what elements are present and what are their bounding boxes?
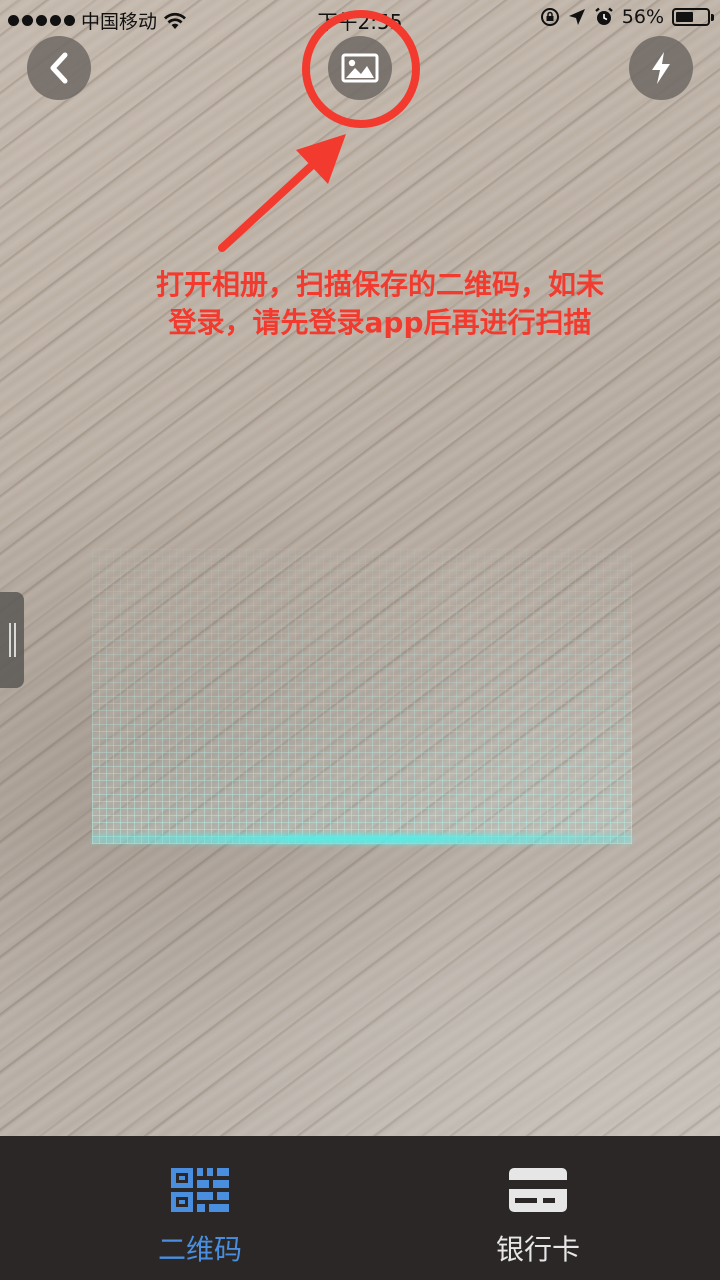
battery-percent: 56%	[621, 6, 664, 28]
scan-area-grid	[92, 548, 632, 844]
status-right: 56%	[540, 6, 714, 28]
tab-bank-card-label: 银行卡	[495, 1233, 580, 1266]
annotation-line-1: 打开相册，扫描保存的二维码，如未	[155, 268, 604, 301]
annotation-text: 打开相册，扫描保存的二维码，如未 登录，请先登录app后再进行扫描	[110, 266, 650, 342]
annotation-arrow-icon	[218, 134, 346, 252]
scanner-screen: 中国移动 下午2:55 56% 打开相册，扫描保存的二维码，如未 登录，请先登录…	[0, 0, 720, 1280]
orientation-lock-icon	[540, 8, 559, 26]
lightning-icon	[652, 52, 670, 84]
bank-card-icon	[509, 1168, 567, 1212]
chevron-left-icon	[50, 52, 68, 84]
location-arrow-icon	[568, 9, 585, 25]
tab-bank-card[interactable]: 银行卡	[358, 1136, 718, 1280]
side-drawer-handle[interactable]	[0, 592, 24, 688]
annotation-highlight-circle	[302, 10, 420, 128]
alarm-icon	[594, 7, 613, 25]
battery-fill	[676, 12, 693, 22]
battery-icon	[672, 8, 714, 26]
annotation-line-2: 登录，请先登录app后再进行扫描	[168, 306, 592, 339]
bottom-tab-bar: 二维码 银行卡	[0, 1136, 720, 1280]
qr-code-icon	[171, 1168, 229, 1212]
tab-qr-code-label: 二维码	[157, 1233, 242, 1266]
flashlight-button[interactable]	[629, 36, 693, 100]
scan-line	[92, 834, 632, 844]
back-button[interactable]	[27, 36, 91, 100]
tab-qr-code[interactable]: 二维码	[20, 1136, 380, 1280]
